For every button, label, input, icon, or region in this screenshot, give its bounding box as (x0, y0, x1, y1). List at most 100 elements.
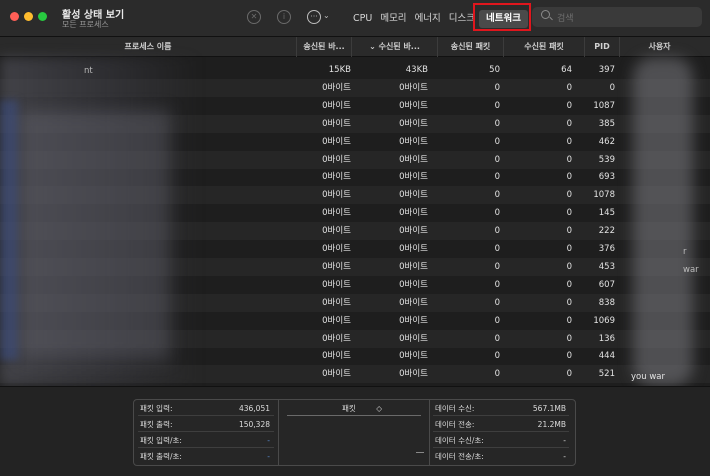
stat-value: 21.2MB (537, 420, 566, 429)
packets-sent-cell: 0 (494, 279, 500, 290)
bytes-sent-cell: 15KB (328, 65, 351, 75)
packets-received-cell: 0 (566, 100, 572, 111)
column-packets-sent[interactable]: 송신된 패킷 (437, 37, 503, 57)
divider (433, 431, 569, 432)
packets-received-cell: 64 (561, 65, 572, 75)
packets-received-cell: 0 (566, 333, 572, 344)
divider (278, 400, 279, 465)
minimize-window-button[interactable] (24, 12, 33, 21)
pid-cell: 1078 (593, 190, 615, 201)
bytes-received-cell: 0바이트 (399, 208, 428, 219)
pid-cell: 838 (598, 297, 615, 308)
network-stats-panel: 패킷 입력: 436,051 패킷 출력: 150,328 패킷 입력/초: -… (133, 399, 576, 466)
packets-sent-cell: 0 (494, 100, 500, 111)
zoom-window-button[interactable] (38, 12, 47, 21)
packets-received-cell: 0 (566, 315, 572, 326)
pid-cell: 385 (598, 118, 615, 129)
packets-sent-cell: 0 (494, 190, 500, 201)
bottom-stats-area: 패킷 입력: 436,051 패킷 출력: 150,328 패킷 입력/초: -… (0, 386, 710, 476)
pid-cell: 607 (598, 279, 615, 290)
stat-label: 패킷 입력/초: (140, 436, 182, 445)
packets-sent-cell: 0 (494, 333, 500, 344)
bytes-sent-cell: 0바이트 (322, 333, 351, 344)
bytes-sent-cell: 0바이트 (322, 190, 351, 201)
divider (138, 447, 274, 448)
bytes-sent-cell: 0바이트 (322, 261, 351, 272)
user-fragment: r (683, 247, 687, 257)
pid-cell: 1087 (593, 100, 615, 111)
packets-sent-cell: 0 (494, 351, 500, 362)
bytes-sent-cell: 0바이트 (322, 244, 351, 254)
pid-cell: 539 (598, 154, 615, 165)
packets-sent-cell: 0 (494, 118, 500, 129)
packets-sent-cell: 50 (489, 65, 500, 75)
packets-sent-cell: 0 (494, 261, 500, 272)
divider (138, 415, 274, 416)
packets-received-cell: 0 (566, 208, 572, 219)
redacted-process-names-overlay (20, 110, 170, 360)
user-fragment: you war (631, 372, 665, 382)
pid-cell: 693 (598, 172, 615, 183)
pid-cell: 376 (598, 244, 615, 254)
stat-label: 데이터 수신: (435, 404, 475, 413)
tab-energy[interactable]: 에너지 (411, 10, 445, 28)
packets-received-cell: 0 (566, 136, 572, 147)
bytes-received-cell: 0바이트 (399, 100, 428, 111)
divider (138, 431, 274, 432)
pid-cell: 453 (598, 261, 615, 272)
stat-label: 데이터 수신/초: (435, 436, 484, 445)
bytes-sent-cell: 0바이트 (322, 208, 351, 219)
title-bar: 활성 상태 보기 모든 프로세스 ✕ i ··· ⌄ CPU 메모리 에너지 디… (0, 0, 710, 37)
bytes-sent-cell: 0바이트 (322, 136, 351, 147)
pid-cell: 521 (598, 369, 615, 380)
bytes-sent-cell: 0바이트 (322, 154, 351, 165)
tab-cpu[interactable]: CPU (349, 10, 376, 28)
bytes-sent-cell: 0바이트 (322, 118, 351, 129)
close-window-button[interactable] (10, 12, 19, 21)
stat-value: 567.1MB (532, 404, 566, 413)
stat-value: - (267, 436, 270, 445)
stop-process-icon[interactable]: ✕ (247, 10, 261, 24)
stat-value: 436,051 (238, 404, 270, 413)
graph-selector[interactable]: 패킷 ◇ (342, 403, 382, 414)
column-user[interactable]: 사용자 (619, 37, 699, 57)
packets-sent-cell: 0 (494, 226, 500, 237)
info-icon[interactable]: i (277, 10, 291, 24)
tab-memory[interactable]: 메모리 (376, 10, 410, 28)
stat-label: 데이터 전송: (435, 420, 475, 429)
bytes-sent-cell: 0바이트 (322, 172, 351, 183)
packets-sent-cell: 0 (494, 154, 500, 165)
pid-cell: 397 (598, 65, 615, 75)
column-bytes-sent[interactable]: 송신된 바... (296, 37, 351, 57)
stat-label: 데이터 전송/초: (435, 452, 484, 461)
packets-sent-cell: 0 (494, 136, 500, 147)
packets-sent-cell: 0 (494, 369, 500, 380)
chevron-down-icon[interactable]: ⌄ (323, 11, 330, 20)
packets-received-cell: 0 (566, 351, 572, 362)
graph-selector-chevron-icon: ◇ (376, 404, 382, 413)
column-bytes-received[interactable]: ⌄ 수신된 바... (351, 37, 437, 57)
bytes-received-cell: 0바이트 (399, 333, 428, 344)
packets-received-cell: 0 (566, 226, 572, 237)
column-process-name[interactable]: 프로세스 이름 (0, 37, 296, 57)
stat-value: - (563, 436, 566, 445)
bytes-sent-cell: 0바이트 (322, 279, 351, 290)
bytes-received-cell: 0바이트 (399, 279, 428, 290)
column-pid[interactable]: PID (584, 37, 619, 57)
more-actions-icon[interactable]: ··· (307, 10, 321, 24)
packets-received-cell: 0 (566, 154, 572, 165)
packets-received-cell: 0 (566, 244, 572, 254)
column-packets-received[interactable]: 수신된 패킷 (503, 37, 584, 57)
bytes-received-cell: 43KB (405, 65, 428, 75)
graph-title: 패킷 (342, 404, 356, 413)
search-placeholder: 검색 (557, 14, 574, 24)
app-subtitle[interactable]: 모든 프로세스 (62, 19, 109, 30)
packets-sent-cell: 0 (494, 315, 500, 326)
table-header: 프로세스 이름 송신된 바... ⌄ 수신된 바... 송신된 패킷 수신된 패… (0, 37, 710, 57)
packets-received-cell: 0 (566, 369, 572, 380)
graph-mark (416, 452, 424, 453)
bytes-received-cell: 0바이트 (399, 369, 428, 380)
packets-received-cell: 0 (566, 172, 572, 183)
bytes-received-cell: 0바이트 (399, 118, 428, 129)
bytes-received-cell: 0바이트 (399, 136, 428, 147)
